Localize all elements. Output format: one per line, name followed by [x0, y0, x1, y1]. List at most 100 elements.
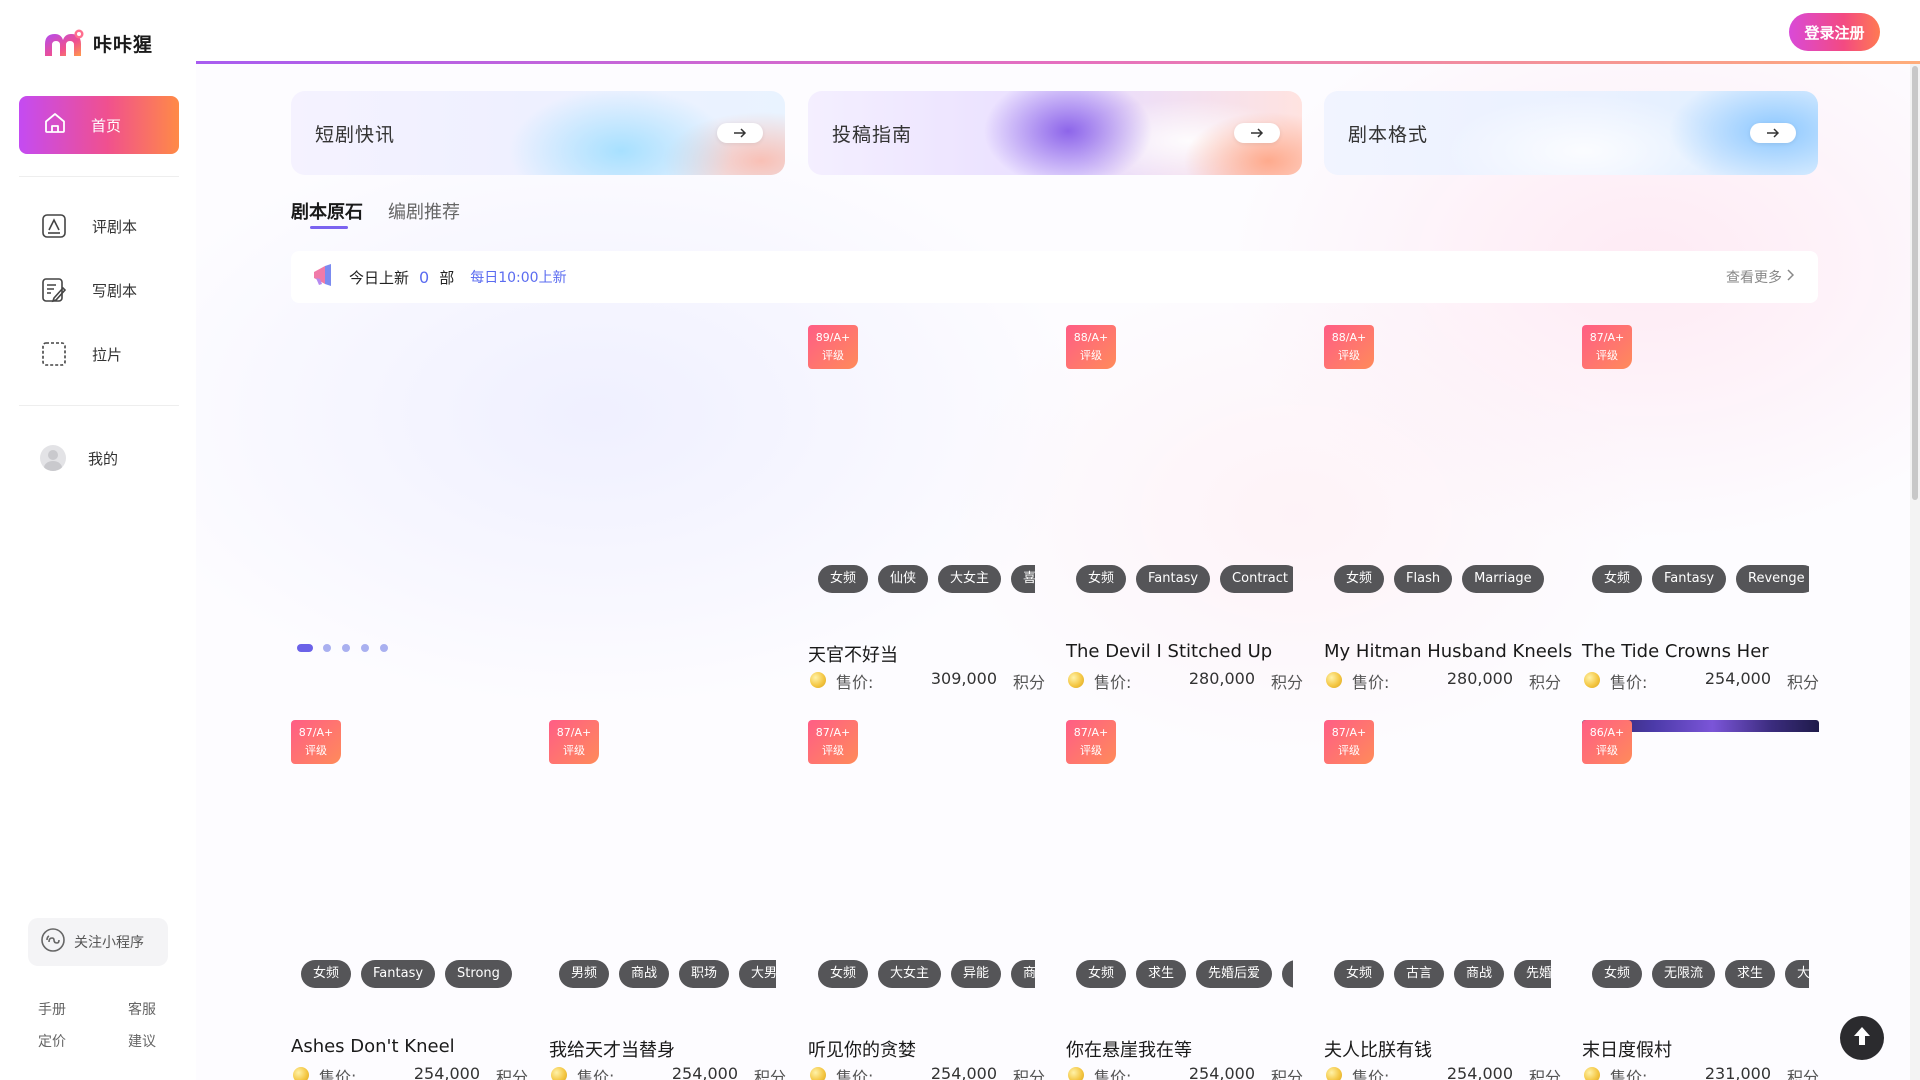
manual-link[interactable]: 手册	[38, 999, 66, 1019]
tag-list: 女频 Flash Marriage Hi	[1334, 565, 1551, 593]
daily-schedule: 每日10:00上新	[470, 270, 567, 286]
genre-tag[interactable]: Revenge	[1736, 565, 1809, 593]
view-more-link[interactable]: 查看更多	[1726, 267, 1795, 287]
genre-tag[interactable]: 商战	[1454, 960, 1505, 988]
rating-badge: 87/A+ 评级	[1324, 720, 1374, 764]
film-breakdown-icon	[40, 340, 68, 368]
price-value: 254,000	[930, 1064, 997, 1080]
genre-tag[interactable]: 大女主	[878, 960, 942, 988]
rating-label: 评级	[822, 349, 844, 362]
rating-label: 评级	[1596, 744, 1618, 757]
genre-tag[interactable]: Strong	[445, 960, 512, 988]
rating-label: 评级	[1080, 349, 1102, 362]
genre-tag[interactable]: 女频	[1076, 565, 1127, 593]
banner-submission-guide[interactable]: 投稿指南	[808, 91, 1302, 175]
coin-icon	[551, 1067, 567, 1080]
nav-home[interactable]: 首页	[19, 96, 179, 154]
daily-new-prefix: 今日上新	[349, 268, 410, 287]
carousel-dot[interactable]	[361, 644, 369, 652]
price-unit: 积分	[495, 1068, 528, 1080]
coin-icon	[1326, 672, 1342, 688]
script-title[interactable]: 夫人比朕有钱	[1324, 1036, 1432, 1062]
script-title[interactable]: The Tide Crowns Her	[1582, 641, 1769, 662]
script-title[interactable]: Ashes Don't Kneel	[291, 1036, 455, 1057]
genre-tag[interactable]: Fantasy	[361, 960, 436, 988]
script-title[interactable]: 听见你的贪婪	[808, 1036, 916, 1062]
genre-tag[interactable]: 女频	[818, 565, 869, 593]
script-title[interactable]: 天官不好当	[808, 641, 898, 667]
genre-tag[interactable]: Fantasy	[1136, 565, 1211, 593]
genre-tag[interactable]: 求生	[1136, 960, 1187, 988]
genre-tag[interactable]: 女频	[1592, 960, 1643, 988]
genre-tag[interactable]: Contract	[1220, 565, 1293, 593]
genre-tag[interactable]: 女频	[1076, 960, 1127, 988]
genre-tag[interactable]: 女频	[1334, 960, 1385, 988]
script-title[interactable]: 你在悬崖我在等	[1066, 1036, 1192, 1062]
scrollbar-thumb[interactable]	[1912, 66, 1918, 500]
price-label: 售价:	[1094, 1068, 1132, 1080]
price-value: 254,000	[1704, 669, 1771, 688]
genre-tag[interactable]: 马	[1282, 960, 1293, 988]
genre-tag[interactable]: Marriage	[1462, 565, 1544, 593]
carousel-dot[interactable]	[342, 644, 350, 652]
banner-drama-news[interactable]: 短剧快讯	[291, 91, 785, 175]
script-title[interactable]: 末日度假村	[1582, 1036, 1672, 1062]
genre-tag[interactable]: 仙侠	[878, 565, 929, 593]
genre-tag[interactable]: 古言	[1394, 960, 1445, 988]
coin-icon	[810, 1067, 826, 1080]
genre-tag[interactable]: 大女主	[938, 565, 1002, 593]
genre-tag[interactable]: 异能	[951, 960, 1002, 988]
carousel-dot[interactable]	[323, 644, 331, 652]
rating-label: 评级	[1080, 744, 1102, 757]
rating-score: 87/A+	[556, 726, 592, 739]
genre-tag[interactable]: 女频	[1592, 565, 1643, 593]
genre-tag[interactable]: Flash	[1394, 565, 1453, 593]
follow-mini-program-button[interactable]: 关注小程序	[28, 918, 168, 966]
genre-tag[interactable]: 商战	[619, 960, 670, 988]
arrow-right-icon	[1234, 123, 1280, 143]
tab-script-gems[interactable]: 剧本原石	[291, 198, 363, 224]
script-title[interactable]: The Devil I Stitched Up	[1066, 641, 1272, 662]
sidebar-item-mine[interactable]: 我的	[40, 445, 118, 471]
sidebar-item-label: 我的	[88, 449, 119, 468]
arrow-up-icon	[1853, 1026, 1871, 1050]
sidebar-item-label: 评剧本	[92, 217, 138, 236]
genre-tag[interactable]: 大男主	[739, 960, 776, 988]
genre-tag[interactable]: 无限流	[1652, 960, 1716, 988]
genre-tag[interactable]: 女频	[301, 960, 352, 988]
pricing-link[interactable]: 定价	[38, 1031, 66, 1051]
carousel-dot[interactable]	[297, 644, 313, 652]
back-to-top-button[interactable]	[1840, 1016, 1884, 1060]
price-label: 售价:	[1352, 1068, 1390, 1080]
tab-writer-recommend[interactable]: 编剧推荐	[388, 198, 460, 224]
genre-tag[interactable]: 职场	[679, 960, 730, 988]
genre-tag[interactable]: 大女	[1785, 960, 1809, 988]
genre-tag[interactable]: 先婚后	[1514, 960, 1551, 988]
banner-script-format[interactable]: 剧本格式	[1324, 91, 1818, 175]
featured-carousel[interactable]	[291, 325, 785, 625]
view-more-label: 查看更多	[1726, 270, 1782, 286]
genre-tag[interactable]: 女频	[1334, 565, 1385, 593]
sidebar-item-film-breakdown[interactable]: 拉片	[40, 340, 122, 368]
genre-tag[interactable]: 喜剧	[1011, 565, 1035, 593]
script-title[interactable]: My Hitman Husband Kneels	[1324, 641, 1572, 662]
genre-tag[interactable]: 女频	[818, 960, 869, 988]
brand-logo[interactable]: 咔咔猩	[43, 28, 153, 58]
coin-icon	[1326, 1067, 1342, 1080]
price-row: 售价: 280,000 积分	[1324, 669, 1561, 692]
sidebar-item-review-script[interactable]: 评剧本	[40, 212, 137, 240]
carousel-dot[interactable]	[380, 644, 388, 652]
sidebar-item-write-script[interactable]: 写剧本	[40, 276, 137, 304]
price-label: 售价:	[1610, 673, 1648, 692]
feedback-link[interactable]: 建议	[128, 1031, 156, 1051]
header-gradient-line	[196, 61, 1920, 64]
rating-label: 评级	[1338, 349, 1360, 362]
genre-tag[interactable]: 先婚后爱	[1196, 960, 1273, 988]
genre-tag[interactable]: 求生	[1725, 960, 1776, 988]
login-register-button[interactable]: 登录注册	[1789, 13, 1880, 51]
genre-tag[interactable]: 男频	[559, 960, 610, 988]
service-link[interactable]: 客服	[128, 999, 156, 1019]
genre-tag[interactable]: Fantasy	[1652, 565, 1727, 593]
genre-tag[interactable]: 商战	[1011, 960, 1035, 988]
script-title[interactable]: 我给天才当替身	[549, 1036, 675, 1062]
